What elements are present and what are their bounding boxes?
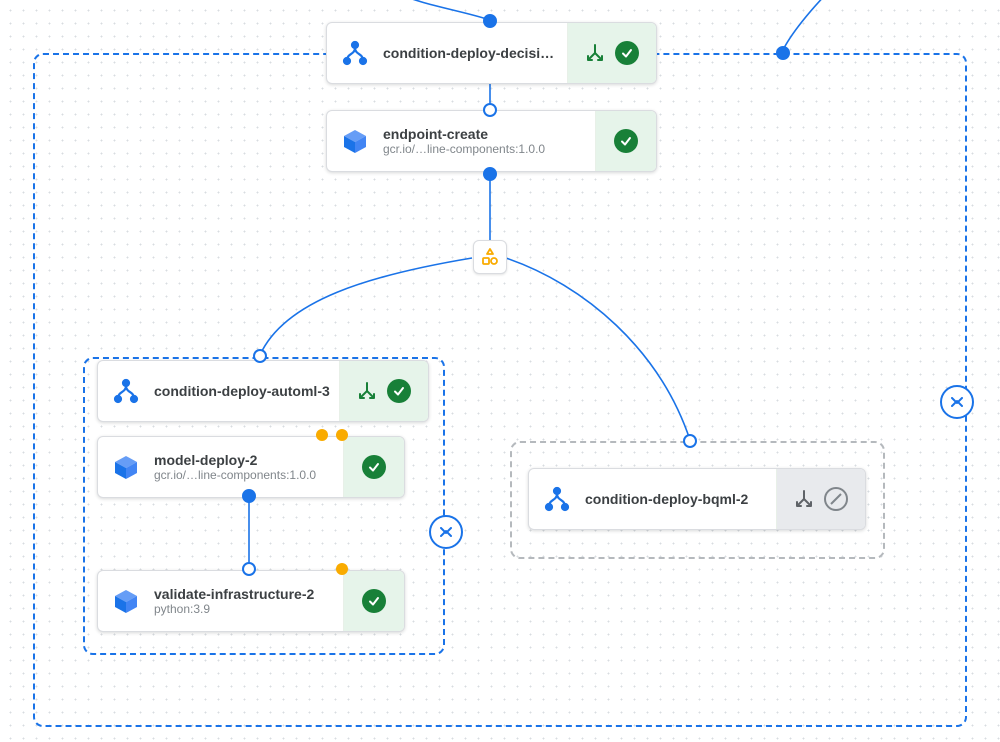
artifact-dot[interactable] bbox=[316, 429, 328, 441]
node-title: validate-infrastructure-2 bbox=[154, 586, 337, 602]
node-subtitle: gcr.io/…line-components:1.0.0 bbox=[154, 468, 337, 482]
expand-icon[interactable] bbox=[794, 489, 814, 509]
expand-icon[interactable] bbox=[585, 43, 605, 63]
cube-icon bbox=[112, 453, 140, 481]
node-title: condition-deploy-automl-3 bbox=[154, 383, 333, 399]
port bbox=[683, 434, 697, 448]
node-title: endpoint-create bbox=[383, 126, 589, 142]
node-condition-deploy-bqml[interactable]: condition-deploy-bqml-2 bbox=[528, 468, 866, 530]
shapes-icon bbox=[480, 247, 500, 267]
node-condition-deploy-automl[interactable]: condition-deploy-automl-3 bbox=[97, 360, 429, 422]
cube-icon bbox=[112, 587, 140, 615]
port bbox=[242, 489, 256, 503]
port bbox=[242, 562, 256, 576]
collapse-toggle-automl-group[interactable] bbox=[429, 515, 463, 549]
node-title: model-deploy-2 bbox=[154, 452, 337, 468]
branch-icon bbox=[341, 39, 369, 67]
port bbox=[483, 14, 497, 28]
cube-icon bbox=[341, 127, 369, 155]
status-skipped-icon bbox=[824, 487, 848, 511]
artifact-dot[interactable] bbox=[336, 563, 348, 575]
port bbox=[483, 103, 497, 117]
node-subtitle: gcr.io/…line-components:1.0.0 bbox=[383, 142, 589, 156]
collapse-toggle-outer-group[interactable] bbox=[940, 385, 974, 419]
branch-icon bbox=[112, 377, 140, 405]
node-subtitle: python:3.9 bbox=[154, 602, 337, 616]
status-success-icon bbox=[362, 455, 386, 479]
pipeline-graph-canvas[interactable]: { "graph": { "nodes": { "decision": { "t… bbox=[0, 0, 1000, 742]
node-title: condition-deploy-bqml-2 bbox=[585, 491, 770, 507]
node-title: condition-deploy-decisio… bbox=[383, 45, 561, 61]
node-endpoint-create[interactable]: endpoint-create gcr.io/…line-components:… bbox=[326, 110, 657, 172]
port bbox=[776, 46, 790, 60]
branch-icon bbox=[543, 485, 571, 513]
node-condition-deploy-decision[interactable]: condition-deploy-decisio… bbox=[326, 22, 657, 84]
status-success-icon bbox=[362, 589, 386, 613]
port bbox=[253, 349, 267, 363]
expand-icon[interactable] bbox=[357, 381, 377, 401]
port bbox=[483, 167, 497, 181]
node-validate-infrastructure[interactable]: validate-infrastructure-2 python:3.9 bbox=[97, 570, 405, 632]
status-success-icon bbox=[614, 129, 638, 153]
status-success-icon bbox=[615, 41, 639, 65]
branch-hub[interactable] bbox=[473, 240, 507, 274]
artifact-dot[interactable] bbox=[336, 429, 348, 441]
status-success-icon bbox=[387, 379, 411, 403]
